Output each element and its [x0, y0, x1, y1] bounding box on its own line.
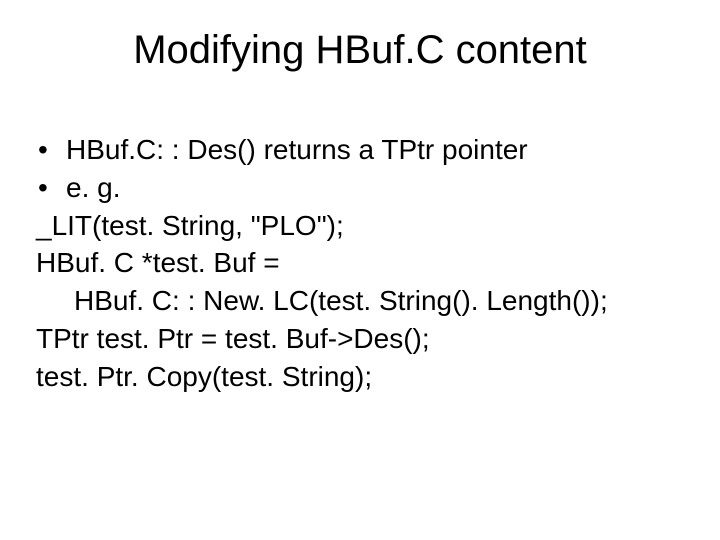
bullet-item: • e. g.	[36, 169, 684, 207]
bullet-text: HBuf.C: : Des() returns a TPtr pointer	[66, 131, 684, 169]
code-line: _LIT(test. String, "PLO");	[36, 207, 684, 245]
bullet-dot-icon: •	[36, 131, 66, 169]
code-line: HBuf. C *test. Buf =	[36, 244, 684, 282]
bullet-item: • HBuf.C: : Des() returns a TPtr pointer	[36, 131, 684, 169]
code-line-indent: HBuf. C: : New. LC(test. String(). Lengt…	[36, 282, 684, 320]
bullet-text: e. g.	[66, 169, 684, 207]
bullet-dot-icon: •	[36, 169, 66, 207]
slide-body: • HBuf.C: : Des() returns a TPtr pointer…	[0, 83, 720, 396]
code-line: TPtr test. Ptr = test. Buf->Des();	[36, 320, 684, 358]
slide-title: Modifying HBuf.C content	[0, 0, 720, 83]
code-line: test. Ptr. Copy(test. String);	[36, 358, 684, 396]
slide: Modifying HBuf.C content • HBuf.C: : Des…	[0, 0, 720, 540]
